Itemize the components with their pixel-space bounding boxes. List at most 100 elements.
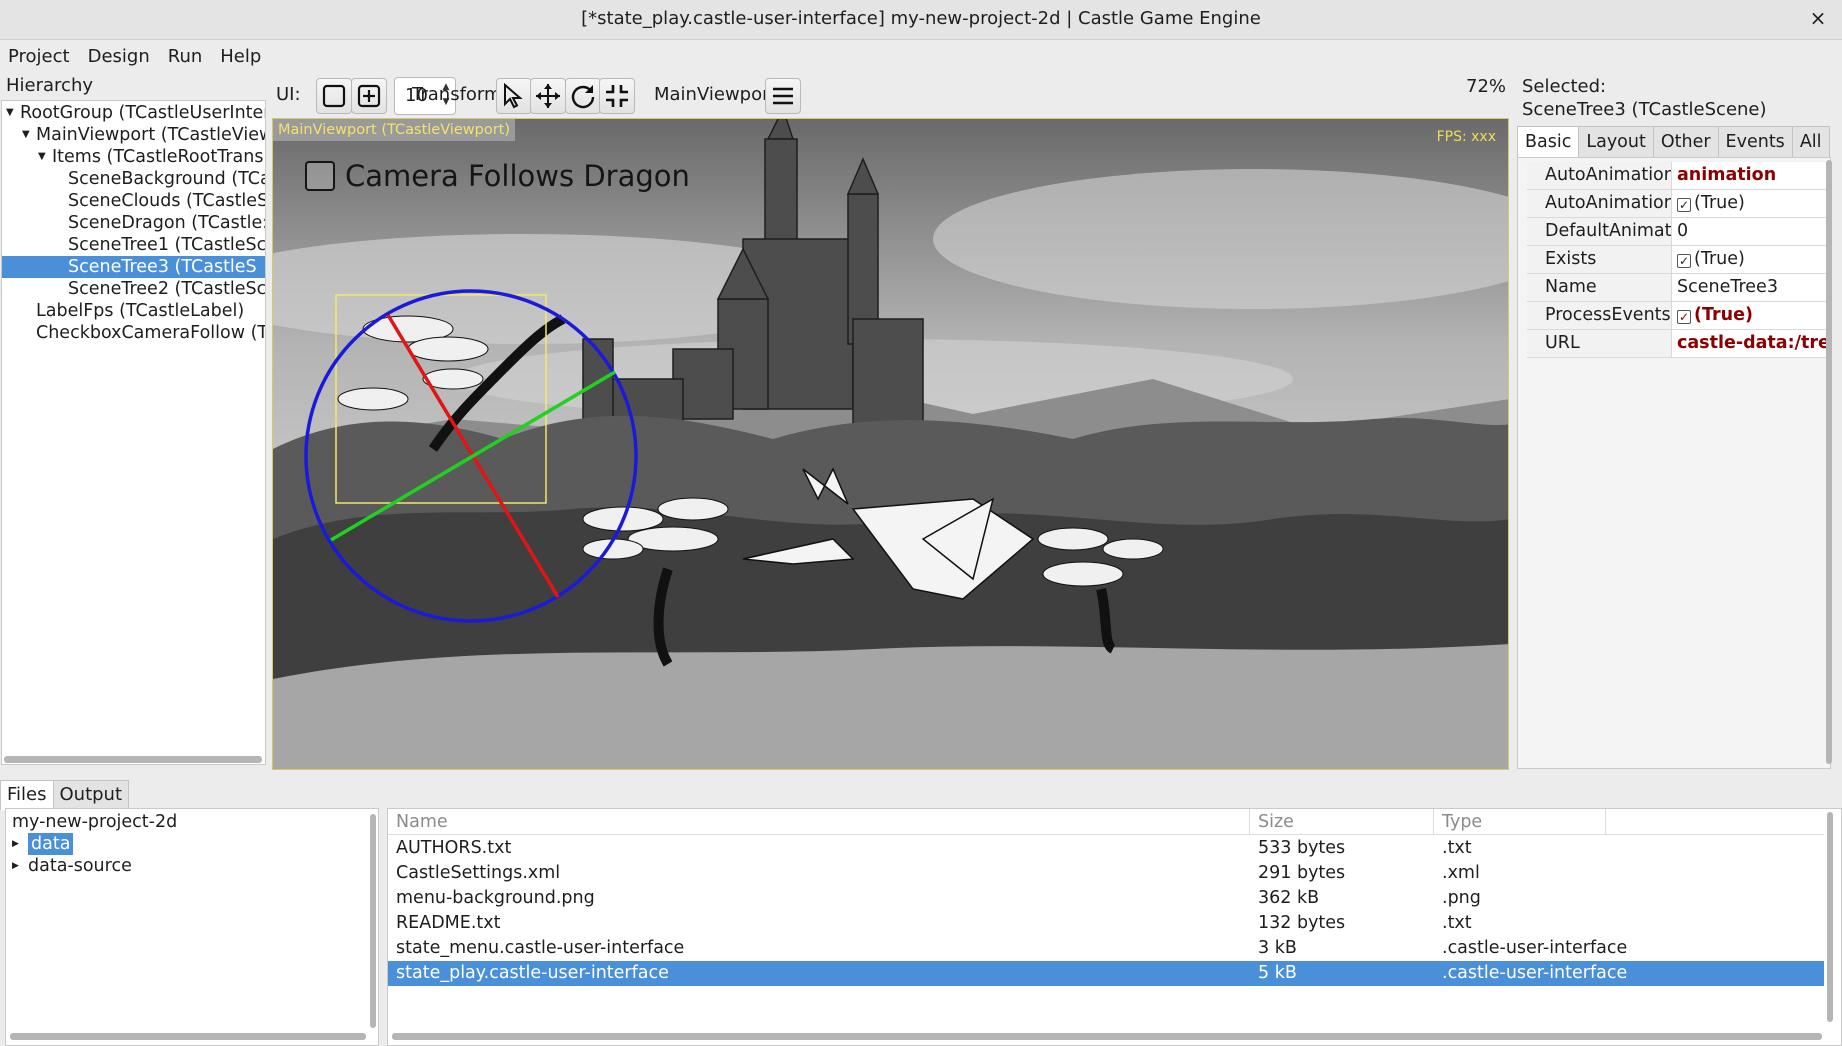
file-size: 5 kB: [1258, 963, 1297, 983]
property-value[interactable]: castle-data:/trees: [1673, 330, 1827, 357]
file-name: AUTHORS.txt: [396, 838, 512, 858]
file-name: state_menu.castle-user-interface: [396, 938, 685, 958]
checkbox-checked-icon[interactable]: ✓: [1677, 310, 1691, 324]
expand-triangle-icon[interactable]: ▶: [12, 855, 19, 877]
property-name: ProcessEvents: [1527, 302, 1672, 329]
property-row[interactable]: AutoAnimation animation: [1527, 162, 1827, 190]
zoom-level: 72%: [1466, 76, 1507, 97]
hierarchy-item[interactable]: SceneDragon (TCastle:: [2, 212, 265, 234]
hierarchy-item-label: CheckboxCameraFollow (TC: [36, 323, 265, 343]
hierarchy-item[interactable]: SceneTree2 (TCastleSc: [2, 278, 265, 300]
menu-help[interactable]: Help: [220, 46, 261, 67]
files-tree[interactable]: my-new-project-2d ▶ data ▶ data-source: [5, 808, 379, 1046]
file-size: 291 bytes: [1258, 863, 1346, 883]
file-type: .txt: [1442, 838, 1472, 858]
tab-output[interactable]: Output: [52, 780, 130, 810]
hierarchy-item[interactable]: SceneBackground (TCa: [2, 168, 265, 190]
property-value[interactable]: SceneTree3: [1673, 274, 1827, 301]
viewport-menu-button[interactable]: [765, 78, 801, 114]
hierarchy-item-label: SceneClouds (TCastleS: [68, 191, 265, 211]
column-header-name[interactable]: Name: [388, 809, 1250, 835]
file-row[interactable]: README.txt 132 bytes .txt: [388, 911, 1824, 936]
hierarchy-item[interactable]: SceneClouds (TCastleS: [2, 190, 265, 212]
files-tree-vscrollbar[interactable]: [370, 814, 376, 1028]
property-row[interactable]: AutoAnimation ✓ (True): [1527, 190, 1827, 218]
checkbox-checked-icon[interactable]: ✓: [1677, 254, 1691, 268]
expand-triangle-icon[interactable]: ▼: [22, 124, 30, 146]
checkbox-box[interactable]: [305, 161, 335, 191]
close-window-button[interactable]: ×: [1806, 0, 1830, 36]
files-list-vscrollbar[interactable]: [1827, 812, 1833, 1022]
file-name: menu-background.png: [396, 888, 595, 908]
select-mode-button[interactable]: [496, 78, 532, 114]
add-user-interface-button[interactable]: [316, 78, 352, 114]
hierarchy-scrollbar[interactable]: [4, 756, 262, 763]
files-tree-label: data: [28, 833, 74, 855]
file-row[interactable]: state_menu.castle-user-interface 3 kB .cas…: [388, 936, 1824, 961]
hierarchy-item-label: SceneTree3 (TCastleS: [68, 257, 257, 277]
property-row[interactable]: Exists ✓ (True): [1527, 246, 1827, 274]
hierarchy-item[interactable]: ▼ Items (TCastleRootTrans: [2, 146, 265, 168]
files-tree-hscrollbar[interactable]: [10, 1033, 366, 1040]
property-name: Name: [1527, 274, 1672, 301]
hierarchy-item[interactable]: SceneTree1 (TCastleSc: [2, 234, 265, 256]
scale-mode-button[interactable]: [599, 78, 635, 114]
file-name: state_play.castle-user-interface: [396, 963, 669, 983]
checkbox-checked-icon[interactable]: ✓: [1677, 198, 1691, 212]
property-value[interactable]: ✓ (True): [1673, 246, 1827, 273]
panel-splitter[interactable]: [267, 100, 271, 770]
property-row[interactable]: URLcastle-data:/trees: [1527, 330, 1827, 358]
hierarchy-item[interactable]: ▼ MainViewport (TCastleView: [2, 124, 265, 146]
file-name: README.txt: [396, 913, 501, 933]
file-type: .xml: [1442, 863, 1480, 883]
hierarchy-item[interactable]: SceneTree3 (TCastleS: [2, 256, 265, 278]
rotate-mode-button[interactable]: [565, 78, 601, 114]
column-header-size[interactable]: Size: [1250, 809, 1434, 835]
file-row[interactable]: menu-background.png 362 kB .png: [388, 886, 1824, 911]
inspector-scrollbar[interactable]: [1826, 160, 1832, 764]
property-name: DefaultAnimati: [1527, 218, 1672, 245]
property-value[interactable]: ✓ (True): [1673, 190, 1827, 217]
file-row[interactable]: CastleSettings.xml 291 bytes .xml: [388, 861, 1824, 886]
menu-project[interactable]: Project: [8, 46, 70, 67]
camera-follow-checkbox[interactable]: Camera Follows Dragon: [305, 159, 690, 193]
select-rect-icon: [322, 84, 346, 108]
files-list-header: Name Size Type: [388, 809, 1824, 835]
hierarchy-tree[interactable]: ▼ RootGroup (TCastleUserInter ▼ MainViewpor…: [1, 100, 266, 765]
tab-layout[interactable]: Layout: [1578, 126, 1654, 158]
hierarchy-item-label: SceneDragon (TCastle:: [68, 213, 265, 233]
files-list-hscrollbar[interactable]: [392, 1033, 1822, 1040]
translate-mode-button[interactable]: [530, 78, 566, 114]
expand-triangle-icon[interactable]: ▼: [6, 102, 14, 124]
ui-label: UI:: [276, 84, 301, 105]
property-row[interactable]: Name SceneTree3: [1527, 274, 1827, 302]
close-icon: ×: [1809, 6, 1827, 30]
hierarchy-item[interactable]: LabelFps (TCastleLabel): [2, 300, 265, 322]
property-name: Exists: [1527, 246, 1672, 273]
menu-run[interactable]: Run: [168, 46, 203, 67]
property-row[interactable]: DefaultAnimati 0: [1527, 218, 1827, 246]
property-row[interactable]: ProcessEvents ✓ (True): [1527, 302, 1827, 330]
camera-follow-label: Camera Follows Dragon: [345, 159, 690, 193]
property-value[interactable]: ✓ (True): [1673, 302, 1827, 329]
column-header-type[interactable]: Type: [1434, 809, 1606, 835]
expand-triangle-icon[interactable]: ▶: [12, 833, 19, 855]
tab-other[interactable]: Other: [1652, 126, 1719, 158]
tab-files[interactable]: Files: [0, 780, 54, 810]
file-row[interactable]: AUTHORS.txt 533 bytes .txt: [388, 836, 1824, 861]
design-viewport[interactable]: MainViewport (TCastleViewport) FPS: xxx …: [272, 118, 1509, 770]
property-value[interactable]: 0: [1673, 218, 1827, 245]
viewport-badge: MainViewport (TCastleViewport): [273, 119, 516, 141]
expand-triangle-icon[interactable]: ▼: [38, 146, 46, 168]
file-row[interactable]: state_play.castle-user-interface 5 kB .cas…: [388, 961, 1824, 986]
tab-basic[interactable]: Basic: [1517, 126, 1580, 159]
tab-all[interactable]: All: [1791, 126, 1830, 158]
files-list[interactable]: Name Size Type AUTHORS.txt 533 bytes .txt Cas…: [387, 808, 1842, 1046]
property-value[interactable]: animation: [1673, 162, 1827, 189]
hamburger-menu-icon: [773, 87, 793, 105]
tab-events[interactable]: Events: [1717, 126, 1793, 158]
menu-design[interactable]: Design: [88, 46, 150, 67]
hierarchy-item[interactable]: CheckboxCameraFollow (TC: [2, 322, 265, 344]
hierarchy-item[interactable]: ▼ RootGroup (TCastleUserInter: [2, 102, 265, 124]
add-component-button[interactable]: [351, 78, 387, 114]
